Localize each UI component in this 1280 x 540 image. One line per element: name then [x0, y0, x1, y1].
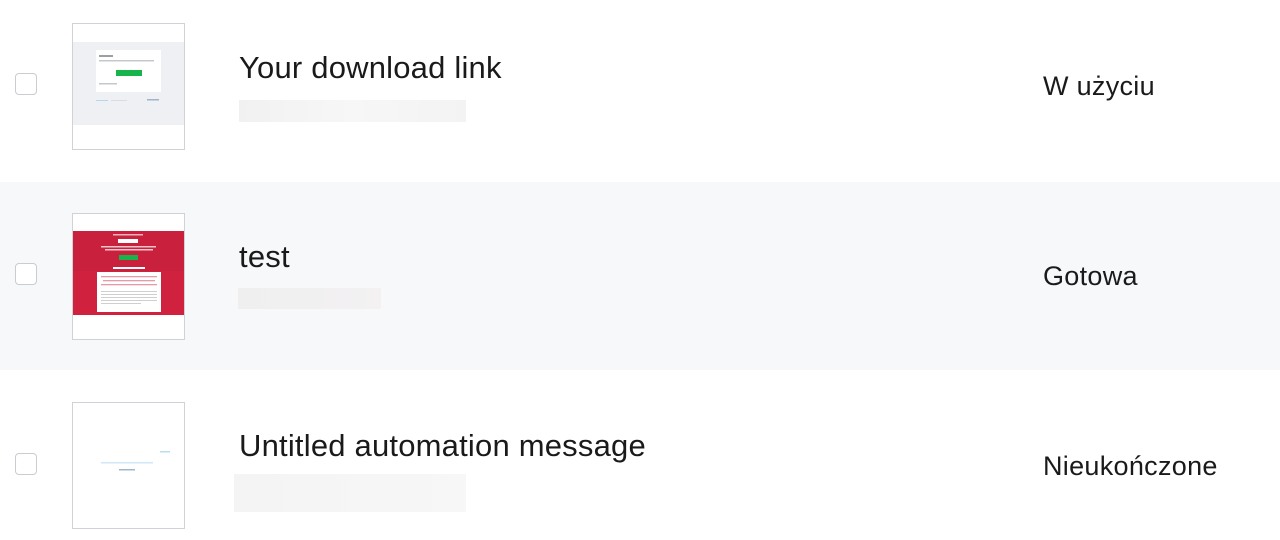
email-preview-red-icon[interactable] [72, 213, 185, 340]
row-checkbox[interactable] [15, 453, 37, 475]
status-label: Gotowa [1043, 261, 1138, 291]
email-preview-light-icon[interactable] [72, 23, 185, 150]
message-subtitle-redacted [234, 474, 466, 512]
message-subtitle-redacted [239, 100, 466, 122]
message-list: Your download link W użyciu test Gotowa … [0, 0, 1280, 540]
message-row[interactable]: Untitled automation message Nieukończone [0, 370, 1280, 540]
message-row[interactable]: Your download link W użyciu [0, 0, 1280, 182]
message-title[interactable]: Your download link [239, 50, 502, 86]
status-label: W użyciu [1043, 71, 1155, 101]
status-label: Nieukończone [1043, 451, 1218, 481]
message-title[interactable]: test [239, 239, 290, 275]
email-preview-blank-icon[interactable] [72, 402, 185, 529]
message-row[interactable]: test Gotowa [0, 182, 1280, 370]
message-title[interactable]: Untitled automation message [239, 428, 646, 464]
message-subtitle-redacted [238, 288, 381, 309]
row-checkbox[interactable] [15, 263, 37, 285]
row-checkbox[interactable] [15, 73, 37, 95]
